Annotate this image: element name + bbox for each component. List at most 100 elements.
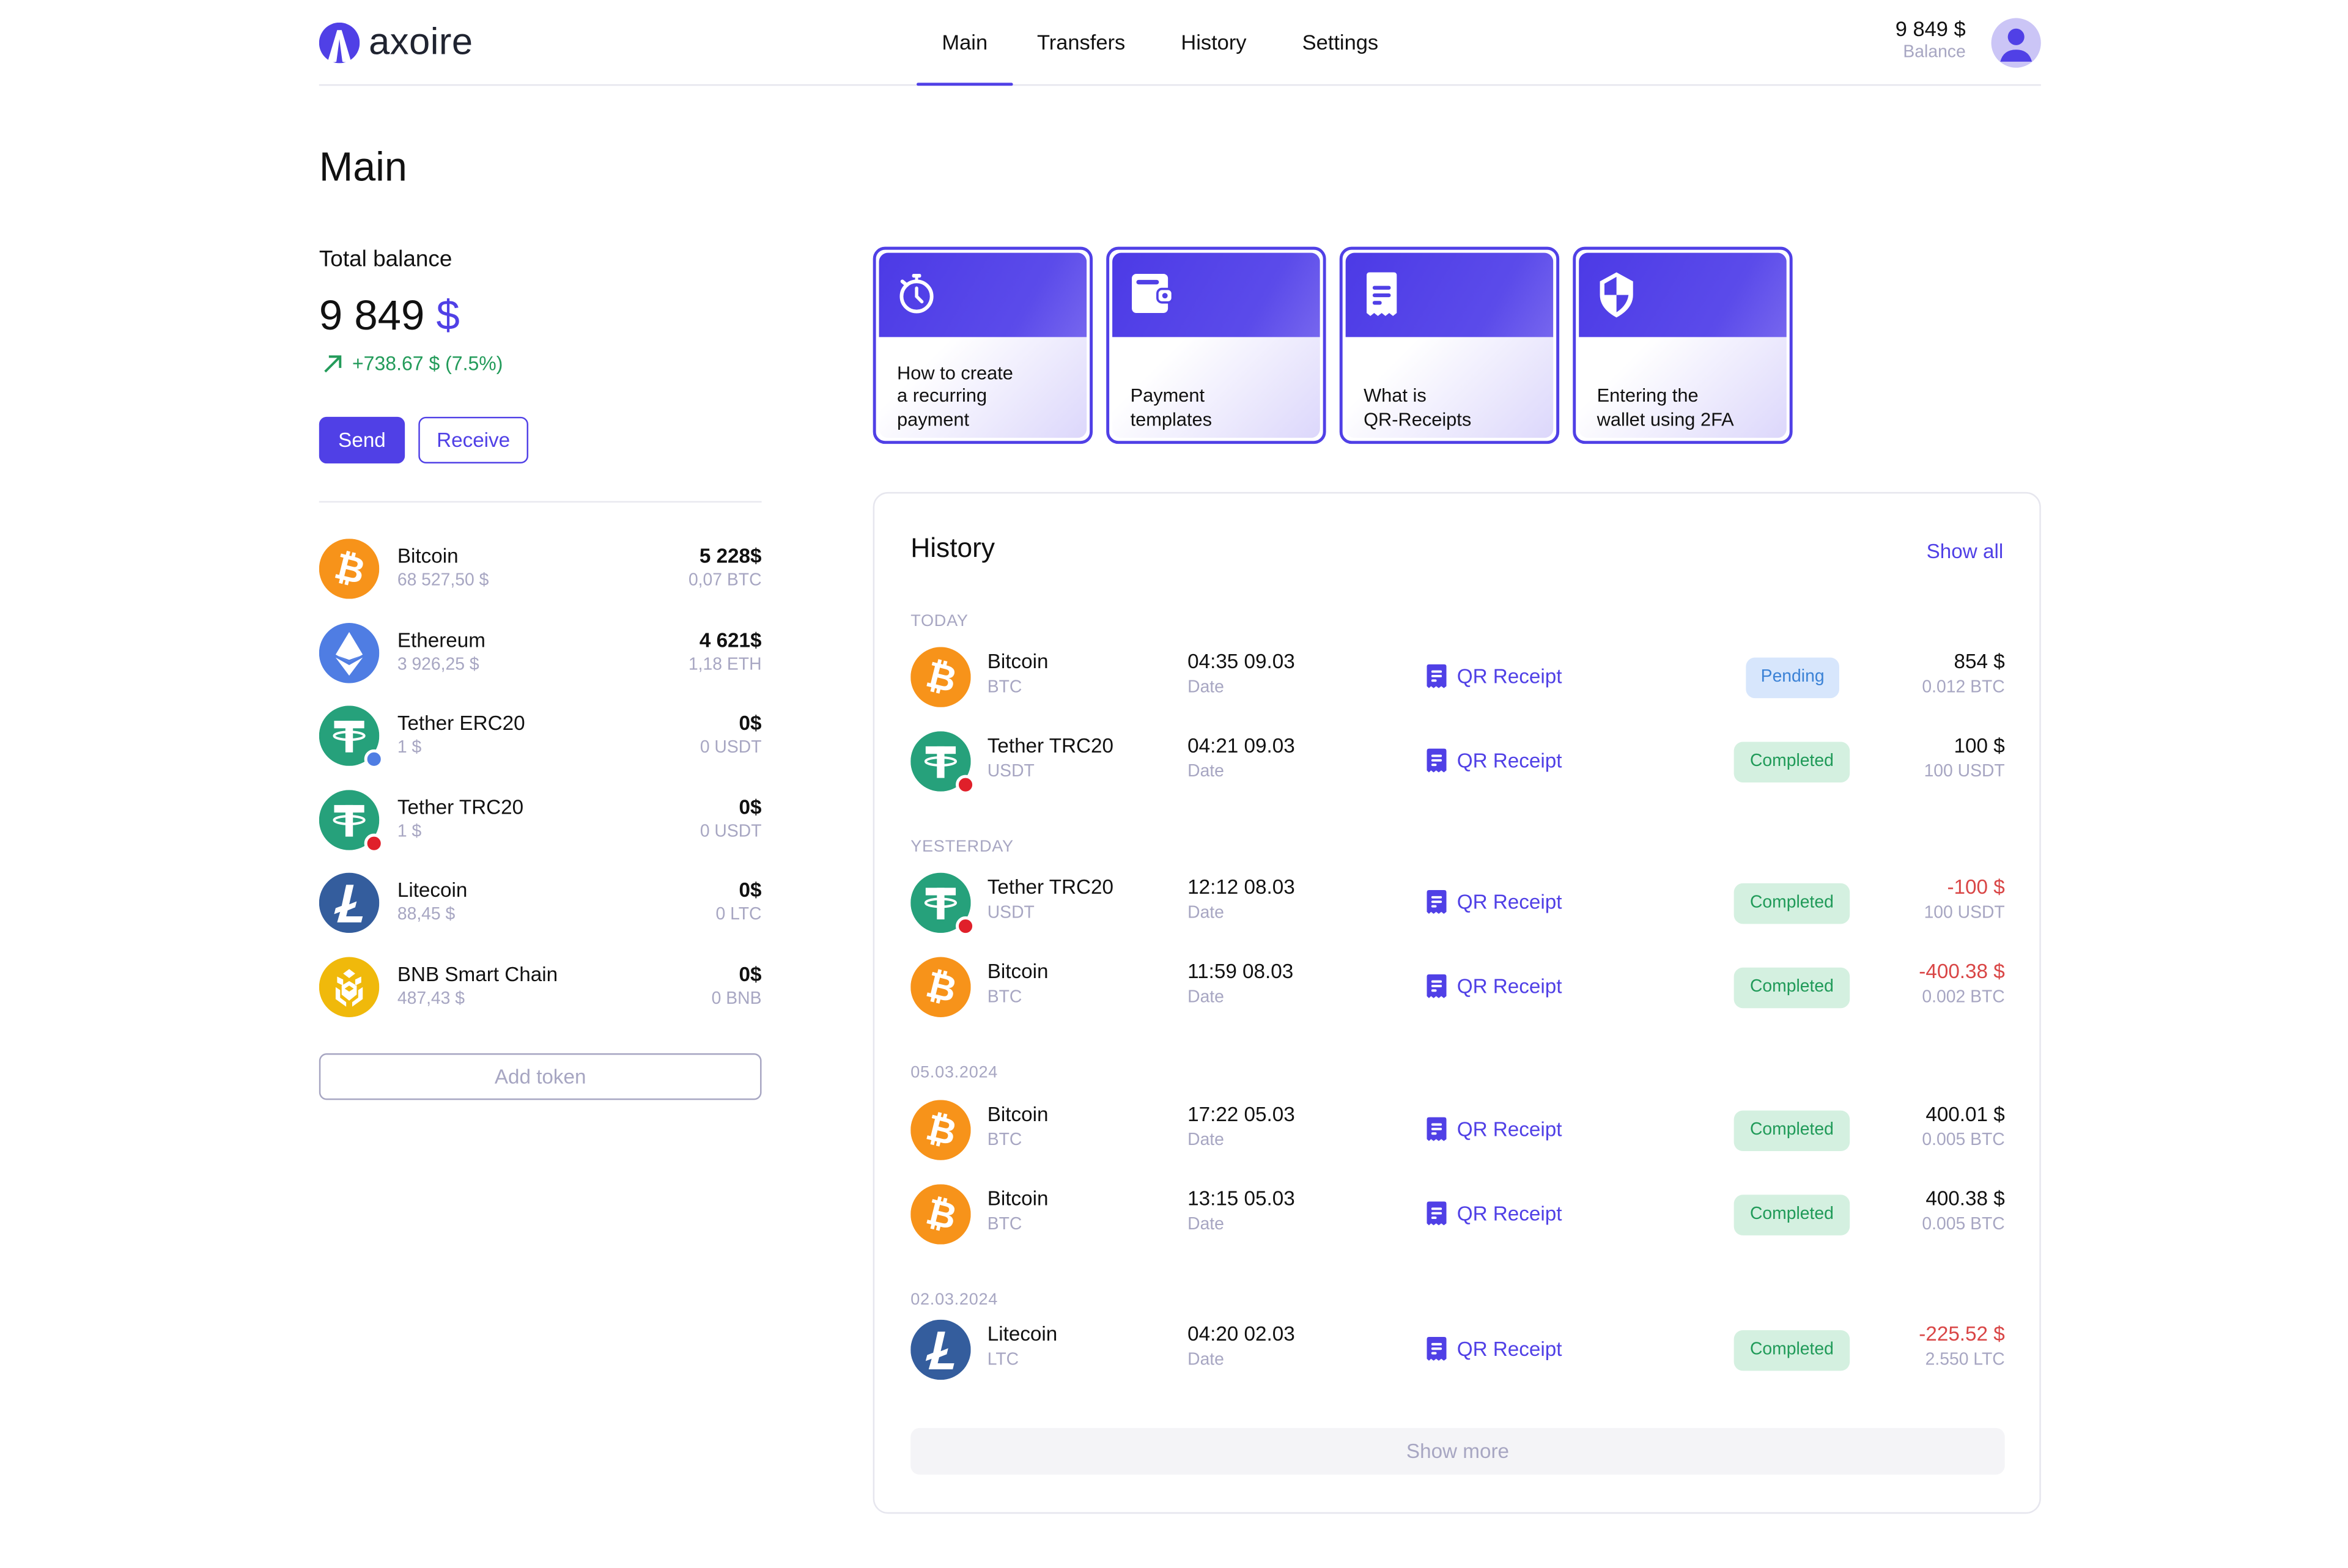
balance-change: +738.67 $ (7.5%) [322, 352, 503, 375]
receipt-icon [1427, 1337, 1447, 1361]
token-list: ₿ Bitcoin 68 527,50 $ 5 228$ 0,07 BTC Ethereu… [319, 539, 762, 1040]
transaction-coin-name: Litecoin [987, 1322, 1058, 1345]
transaction-date-label: Date [1187, 679, 1224, 697]
token-row[interactable]: ₿ Bitcoin 68 527,50 $ 5 228$ 0,07 BTC [319, 539, 762, 622]
qr-receipt-link[interactable]: QR Receipt [1425, 664, 1562, 690]
user-avatar[interactable] [1991, 18, 2041, 68]
network-badge-icon [364, 749, 384, 770]
transaction-usd-amount: -100 $ [1947, 875, 2005, 899]
qr-receipt-link[interactable]: QR Receipt [1425, 1116, 1562, 1142]
send-button[interactable]: Send [319, 416, 405, 464]
transaction-row[interactable]: ₿ Bitcoin BTC 13:15 05.03 Date QR Receipt Comp… [910, 1184, 2005, 1247]
bnb-icon [319, 957, 380, 1017]
transaction-usd-amount: -400.38 $ [1919, 960, 2005, 983]
header-balance-label: Balance [1903, 43, 1966, 62]
guide-card-recurring-payment[interactable]: How to create a recurring payment [873, 246, 1093, 444]
transaction-time: 12:12 08.03 [1187, 875, 1295, 899]
history-group-label: YESTERDAY [910, 838, 1014, 856]
transaction-date-label: Date [1187, 1215, 1224, 1234]
transaction-time: 11:59 08.03 [1187, 960, 1294, 983]
transaction-date-label: Date [1187, 988, 1224, 1007]
litecoin-icon [910, 1319, 971, 1380]
nav-tab-settings[interactable]: Settings [1278, 0, 1402, 84]
receipt-icon [1427, 1117, 1447, 1141]
transaction-crypto-amount: 100 USDT [1924, 762, 2005, 781]
qr-receipt-link[interactable]: QR Receipt [1425, 748, 1562, 773]
token-price: 1 $ [397, 822, 422, 841]
token-usd-value: 4 621$ [699, 628, 762, 651]
transaction-date-label: Date [1187, 762, 1224, 781]
show-all-link[interactable]: Show all [1927, 540, 2004, 563]
litecoin-icon [319, 873, 380, 934]
guide-card-2fa[interactable]: Entering the wallet using 2FA [1573, 246, 1793, 444]
token-amount: 0,07 BTC [688, 572, 762, 590]
bitcoin-icon: ₿ [910, 647, 971, 707]
guide-title: What is QR-Receipts [1364, 385, 1472, 430]
token-row[interactable]: Tether ERC20 1 $ 0$ 0 USDT [319, 705, 762, 790]
transaction-crypto-amount: 2.550 LTC [1925, 1351, 2005, 1369]
token-amount: 0 LTC [715, 906, 762, 925]
transaction-row[interactable]: Litecoin LTC 04:20 02.03 Date QR Receipt Comp… [910, 1319, 2005, 1383]
transaction-usd-amount: 400.38 $ [1925, 1187, 2005, 1210]
token-name: Tether ERC20 [397, 712, 525, 735]
tether-icon [910, 872, 976, 937]
token-row[interactable]: Litecoin 88,45 $ 0$ 0 LTC [319, 873, 762, 957]
nav-tab-history[interactable]: History [1150, 0, 1279, 84]
add-token-button[interactable]: Add token [319, 1053, 762, 1100]
transaction-date-label: Date [1187, 904, 1224, 922]
transaction-time: 04:20 02.03 [1187, 1322, 1295, 1345]
transaction-row[interactable]: Tether TRC20 USDT 04:21 09.03 Date QR Receip… [910, 731, 2005, 795]
transaction-row[interactable]: Tether TRC20 USDT 12:12 08.03 Date QR Receip… [910, 872, 2005, 937]
transaction-date-label: Date [1187, 1351, 1224, 1369]
guide-cards: How to create a recurring payment Paymen… [873, 246, 1793, 444]
token-name: Tether TRC20 [397, 795, 524, 819]
transaction-coin-symbol: BTC [987, 1132, 1022, 1150]
qr-receipt-link[interactable]: QR Receipt [1425, 1201, 1562, 1226]
receipt-icon [1427, 974, 1447, 998]
token-usd-value: 5 228$ [699, 545, 762, 567]
token-amount: 0 USDT [700, 822, 762, 841]
qr-receipt-link[interactable]: QR Receipt [1425, 889, 1562, 915]
token-name: Litecoin [397, 879, 468, 902]
logo[interactable]: axoire [319, 21, 473, 64]
network-badge-icon [956, 775, 976, 795]
qr-receipt-link[interactable]: QR Receipt [1425, 1336, 1562, 1362]
token-row[interactable]: BNB Smart Chain 487,43 $ 0$ 0 BNB [319, 957, 762, 1040]
divider [319, 501, 762, 503]
bitcoin-icon: ₿ [910, 957, 971, 1017]
show-more-button[interactable]: Show more [910, 1427, 2005, 1475]
main-nav: Main Transfers History Settings [917, 0, 1402, 86]
top-header: axoire Main Transfers History Settings 9… [319, 0, 2041, 86]
token-usd-value: 0$ [739, 963, 762, 986]
guide-title: Payment templates [1130, 385, 1213, 430]
network-badge-icon [956, 916, 976, 937]
qr-receipt-label: QR Receipt [1456, 749, 1562, 772]
transaction-row[interactable]: ₿ Bitcoin BTC 11:59 08.03 Date QR Receipt Comp… [910, 957, 2005, 1020]
history-panel: History Show all Show more TODAY ₿ Bitcoin… [873, 491, 2041, 1514]
status-badge: Completed [1733, 742, 1850, 782]
status-badge: Completed [1733, 1110, 1850, 1152]
status-badge: Pending [1746, 657, 1839, 699]
shield-icon [1600, 272, 1633, 318]
nav-tab-transfers[interactable]: Transfers [1013, 0, 1150, 84]
transaction-usd-amount: 100 $ [1954, 734, 2005, 757]
token-usd-value: 0$ [739, 795, 762, 819]
user-icon [2000, 28, 2032, 62]
transaction-coin-symbol: USDT [987, 904, 1035, 922]
token-row[interactable]: Ethereum 3 926,25 $ 4 621$ 1,18 ETH [319, 622, 762, 706]
transaction-row[interactable]: ₿ Bitcoin BTC 04:35 09.03 Date QR Receipt Pend… [910, 647, 2005, 710]
tether-icon [910, 731, 976, 795]
receive-button[interactable]: Receive [418, 416, 528, 464]
guide-card-payment-templates[interactable]: Payment templates [1106, 246, 1326, 444]
qr-receipt-link[interactable]: QR Receipt [1425, 974, 1562, 999]
total-balance-value: 9 849 $ [319, 292, 460, 340]
status-badge: Completed [1733, 1194, 1850, 1235]
transaction-coin-name: Tether TRC20 [987, 734, 1114, 757]
nav-tab-main[interactable]: Main [917, 0, 1013, 86]
guide-card-qr-receipts[interactable]: What is QR-Receipts [1339, 246, 1560, 444]
transaction-crypto-amount: 0.005 BTC [1922, 1215, 2005, 1234]
transaction-row[interactable]: ₿ Bitcoin BTC 17:22 05.03 Date QR Receipt Comp… [910, 1100, 2005, 1163]
bitcoin-icon: ₿ [910, 1100, 971, 1160]
token-row[interactable]: Tether TRC20 1 $ 0$ 0 USDT [319, 789, 762, 874]
transaction-coin-name: Bitcoin [987, 650, 1049, 673]
